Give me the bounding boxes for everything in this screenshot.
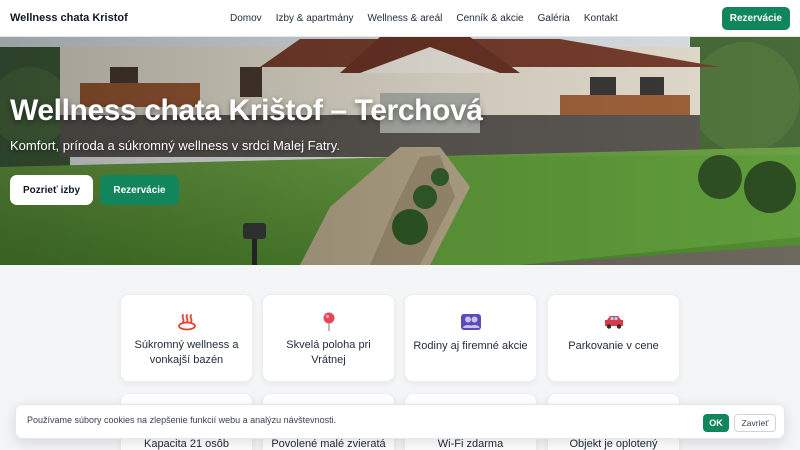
- hero-reservation-button[interactable]: Rezervácie: [100, 175, 179, 205]
- nav-reservation-button[interactable]: Rezervácie: [721, 7, 790, 30]
- feature-label: Súkromný wellness a vonkajší bazén: [134, 339, 239, 366]
- cookie-banner: Používame súbory cookies na zlepšenie fu…: [15, 404, 785, 439]
- cookie-close-button[interactable]: Zavrieť: [734, 414, 776, 432]
- main-menu: Domov Izby & apartmány Wellness & areál …: [230, 13, 632, 24]
- feature-label: Rodiny aj firemné akcie: [413, 340, 528, 352]
- hero-section: Wellness chata Krištof – Terchová Komfor…: [0, 37, 800, 265]
- feature-card-wellness: Súkromný wellness a vonkajší bazén: [120, 294, 253, 382]
- hot-springs-icon: [121, 312, 252, 332]
- location-pin-icon: [263, 312, 394, 332]
- feature-card-parking: Parkovanie v cene: [547, 294, 680, 382]
- cookie-text: Používame súbory cookies na zlepšenie fu…: [27, 415, 337, 425]
- nav-link-kontakt[interactable]: Kontakt: [584, 13, 618, 24]
- feature-card-location: Skvelá poloha pri Vrátnej: [262, 294, 395, 382]
- brand-logo-text[interactable]: Wellness chata Kristof: [10, 12, 200, 24]
- people-icon: [405, 312, 536, 332]
- hero-subtitle: Komfort, príroda a súkromný wellness v s…: [10, 138, 340, 153]
- nav-link-domov[interactable]: Domov: [230, 13, 262, 24]
- hero-title: Wellness chata Krištof – Terchová: [10, 94, 483, 127]
- view-rooms-button[interactable]: Pozrieť izby: [10, 175, 93, 205]
- nav-link-izby[interactable]: Izby & apartmány: [276, 13, 354, 24]
- cookie-accept-button[interactable]: OK: [703, 414, 729, 432]
- nav-link-cennik[interactable]: Cenník & akcie: [456, 13, 523, 24]
- feature-card-families: Rodiny aj firemné akcie: [404, 294, 537, 382]
- feature-label: Skvelá poloha pri Vrátnej: [286, 339, 371, 366]
- nav-link-wellness[interactable]: Wellness & areál: [368, 13, 443, 24]
- nav-link-galeria[interactable]: Galéria: [538, 13, 570, 24]
- top-navbar: Wellness chata Kristof Domov Izby & apar…: [0, 0, 800, 37]
- feature-label: Parkovanie v cene: [568, 340, 659, 352]
- car-icon: [548, 312, 679, 332]
